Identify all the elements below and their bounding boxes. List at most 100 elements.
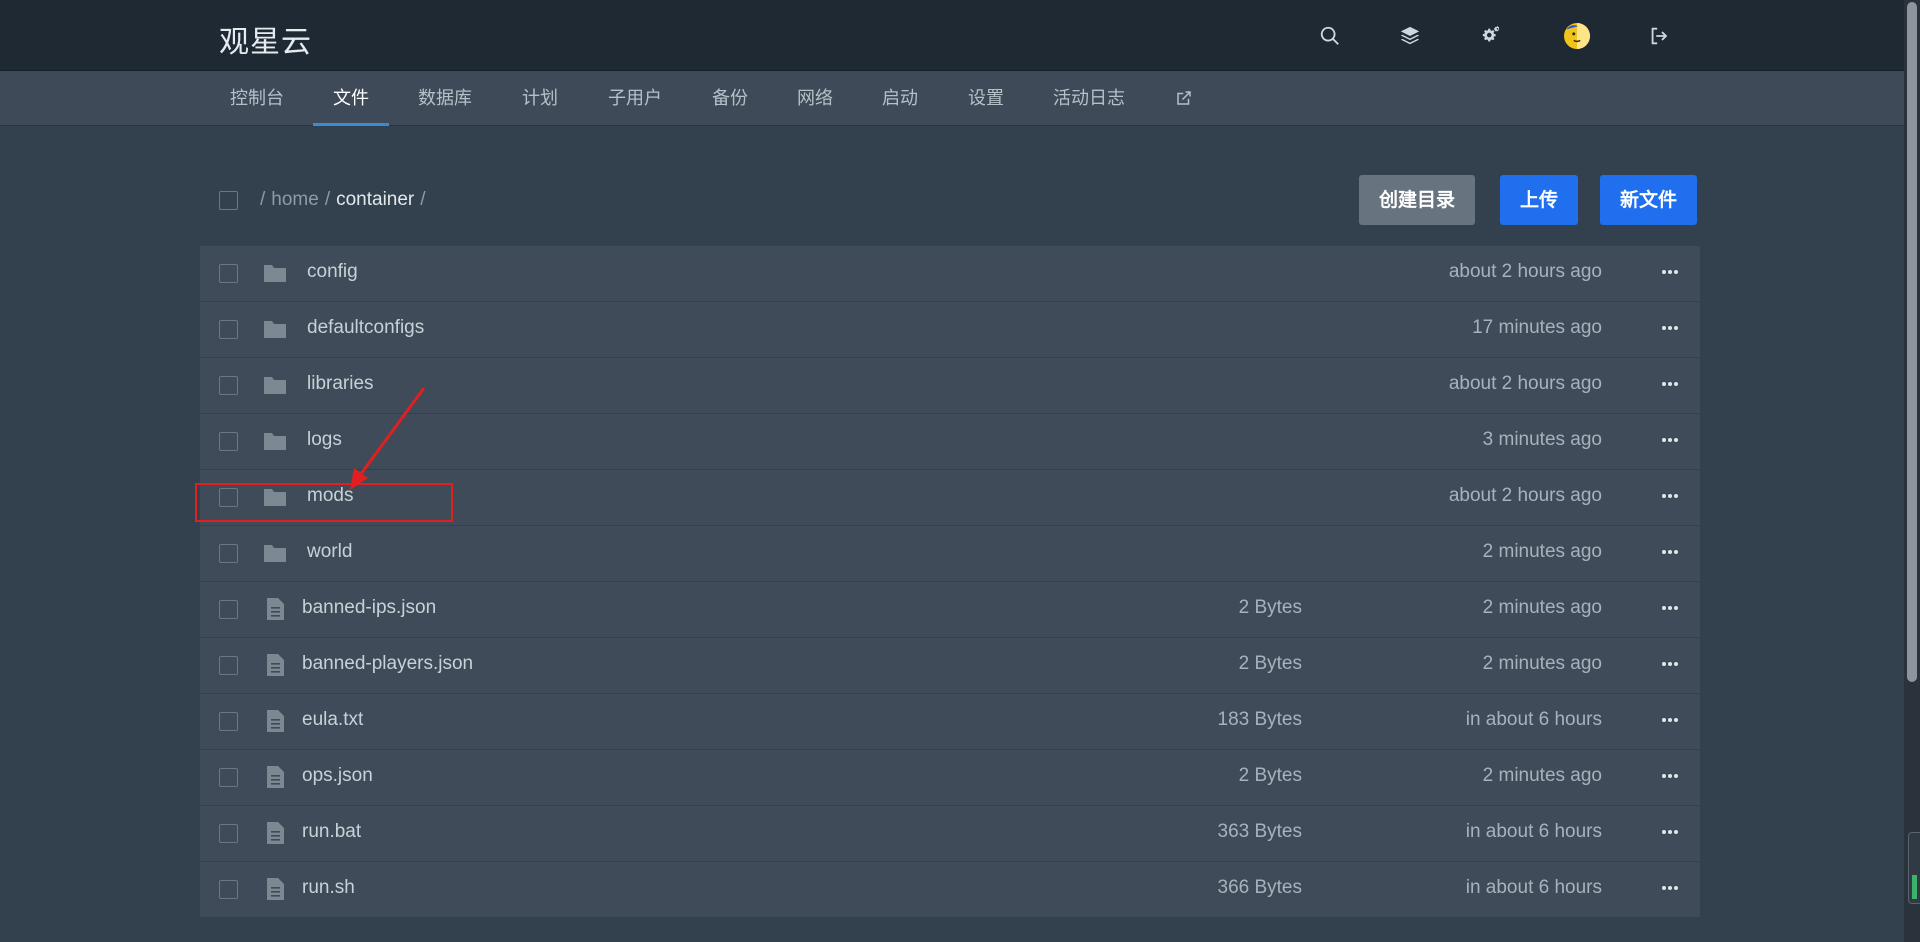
folder-row[interactable]: libraries about 2 hours ago (200, 358, 1700, 413)
more-options-icon[interactable] (1658, 372, 1682, 396)
file-modified: 3 minutes ago (1482, 429, 1602, 450)
file-name[interactable]: run.sh (302, 877, 355, 899)
row-checkbox[interactable] (219, 320, 238, 339)
folder-icon (263, 542, 287, 564)
row-checkbox[interactable] (219, 376, 238, 395)
breadcrumb-current[interactable]: container (336, 189, 414, 210)
avatar[interactable] (1563, 22, 1591, 50)
folder-icon (263, 262, 287, 284)
nav-item-subusers[interactable]: 子用户 (594, 71, 676, 126)
file-modified: about 2 hours ago (1448, 485, 1602, 506)
file-size: 366 Bytes (1217, 877, 1303, 898)
folder-row[interactable]: config about 2 hours ago (200, 246, 1700, 301)
gears-icon[interactable] (1478, 22, 1506, 50)
row-checkbox[interactable] (219, 432, 238, 451)
layers-icon[interactable] (1396, 22, 1424, 50)
more-options-icon[interactable] (1658, 540, 1682, 564)
nav-item-activity-log[interactable]: 活动日志 (1044, 71, 1134, 126)
file-modified: 17 minutes ago (1472, 317, 1602, 338)
breadcrumb: / home / container / (260, 189, 432, 211)
folder-row[interactable]: defaultconfigs 17 minutes ago (200, 302, 1700, 357)
new-file-button[interactable]: 新文件 (1600, 175, 1698, 225)
top-header: 观星云 (0, 0, 1904, 71)
more-options-icon[interactable] (1658, 316, 1682, 340)
file-icon (263, 654, 287, 676)
toolbar: / home / container / 创建目录 上传 新文件 (200, 175, 1700, 227)
breadcrumb-separator: / (324, 189, 331, 210)
file-size: 183 Bytes (1217, 709, 1303, 730)
file-name[interactable]: libraries (307, 373, 374, 395)
nav-item-schedule[interactable]: 计划 (504, 71, 576, 126)
search-icon[interactable] (1316, 22, 1344, 50)
page-scrollbar[interactable] (1904, 0, 1920, 942)
scrollbar-thumb[interactable] (1907, 2, 1917, 682)
row-checkbox[interactable] (219, 488, 238, 507)
create-directory-button[interactable]: 创建目录 (1359, 175, 1476, 225)
file-name[interactable]: banned-players.json (302, 653, 473, 675)
nav-item-backups[interactable]: 备份 (694, 71, 766, 126)
file-name[interactable]: mods (307, 485, 353, 507)
side-widget[interactable] (1908, 832, 1920, 904)
more-options-icon[interactable] (1658, 428, 1682, 452)
row-checkbox[interactable] (219, 600, 238, 619)
file-modified: 2 minutes ago (1482, 765, 1602, 786)
row-checkbox[interactable] (219, 656, 238, 675)
file-size: 2 Bytes (1238, 765, 1302, 786)
file-name[interactable]: ops.json (302, 765, 373, 787)
nav-item-startup[interactable]: 启动 (864, 71, 936, 126)
more-options-icon[interactable] (1658, 260, 1682, 284)
more-options-icon[interactable] (1658, 876, 1682, 900)
external-link-icon[interactable] (1166, 71, 1202, 126)
logout-icon[interactable] (1645, 22, 1673, 50)
more-options-icon[interactable] (1658, 484, 1682, 508)
row-checkbox[interactable] (219, 880, 238, 899)
main-nav: 控制台 文件 数据库 计划 子用户 备份 网络 启动 设置 活动日志 (0, 71, 1904, 126)
nav-item-files[interactable]: 文件 (313, 71, 389, 126)
breadcrumb-separator: / (420, 189, 426, 210)
file-list: config about 2 hours ago defaultconfigs 17 … (200, 246, 1700, 918)
upload-button[interactable]: 上传 (1500, 175, 1579, 225)
folder-row[interactable]: logs 3 minutes ago (200, 414, 1700, 469)
more-options-icon[interactable] (1658, 820, 1682, 844)
file-icon (263, 822, 287, 844)
file-modified: 2 minutes ago (1482, 541, 1602, 562)
folder-row[interactable]: mods about 2 hours ago (200, 470, 1700, 525)
file-name[interactable]: config (307, 261, 358, 283)
row-checkbox[interactable] (219, 768, 238, 787)
row-checkbox[interactable] (219, 264, 238, 283)
nav-item-network[interactable]: 网络 (779, 71, 851, 126)
folder-icon (263, 486, 287, 508)
file-row[interactable]: run.bat 363 Bytes in about 6 hours (200, 806, 1700, 861)
file-modified: in about 6 hours (1465, 821, 1602, 842)
row-checkbox[interactable] (219, 712, 238, 731)
file-name[interactable]: run.bat (302, 821, 361, 843)
select-all-checkbox[interactable] (219, 191, 238, 210)
nav-item-console[interactable]: 控制台 (216, 71, 298, 126)
row-checkbox[interactable] (219, 544, 238, 563)
file-name[interactable]: eula.txt (302, 709, 363, 731)
file-modified: 2 minutes ago (1482, 653, 1602, 674)
file-name[interactable]: defaultconfigs (307, 317, 424, 339)
file-row[interactable]: eula.txt 183 Bytes in about 6 hours (200, 694, 1700, 749)
nav-item-database[interactable]: 数据库 (404, 71, 486, 126)
brand-logo[interactable]: 观星云 (219, 17, 312, 61)
file-modified: in about 6 hours (1465, 709, 1602, 730)
file-row[interactable]: banned-players.json 2 Bytes 2 minutes ago (200, 638, 1700, 693)
folder-row[interactable]: world 2 minutes ago (200, 526, 1700, 581)
row-checkbox[interactable] (219, 824, 238, 843)
file-icon (263, 766, 287, 788)
breadcrumb-home[interactable]: home (271, 189, 319, 210)
file-row[interactable]: ops.json 2 Bytes 2 minutes ago (200, 750, 1700, 805)
nav-item-settings[interactable]: 设置 (950, 71, 1022, 126)
more-options-icon[interactable] (1658, 708, 1682, 732)
file-row[interactable]: banned-ips.json 2 Bytes 2 minutes ago (200, 582, 1700, 637)
more-options-icon[interactable] (1658, 764, 1682, 788)
file-icon (263, 598, 287, 620)
file-row[interactable]: run.sh 366 Bytes in about 6 hours (200, 862, 1700, 917)
file-name[interactable]: logs (307, 429, 342, 451)
file-name[interactable]: world (307, 541, 352, 563)
more-options-icon[interactable] (1658, 596, 1682, 620)
file-modified: in about 6 hours (1465, 877, 1602, 898)
file-name[interactable]: banned-ips.json (302, 597, 436, 619)
more-options-icon[interactable] (1658, 652, 1682, 676)
